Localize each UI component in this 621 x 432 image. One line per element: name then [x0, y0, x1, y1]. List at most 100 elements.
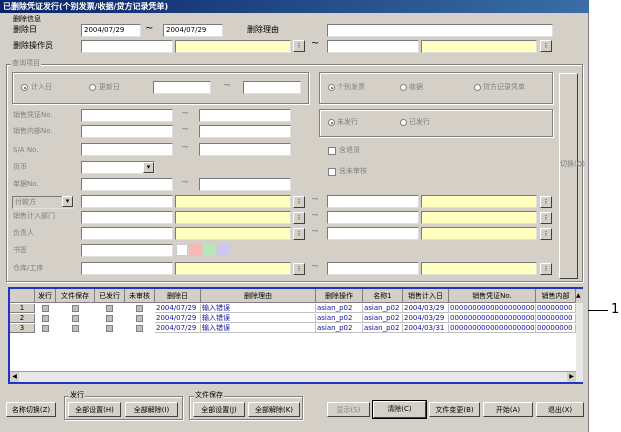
- issued-checkbox[interactable]: [106, 305, 113, 312]
- operator-from-lookup-button[interactable]: ⁝: [293, 40, 305, 52]
- grid-cell-ino[interactable]: 00000000: [536, 304, 576, 313]
- grid-cell-vno[interactable]: 00000000000000000002: [449, 314, 536, 323]
- sales-internal-no-to[interactable]: [199, 125, 291, 138]
- grid-cell-date[interactable]: 2004/07/29: [155, 324, 201, 333]
- radio-entry-date[interactable]: [21, 84, 28, 91]
- radio-credit-memo[interactable]: [474, 84, 481, 91]
- grid-cell-sdate[interactable]: 2004/03/29: [403, 304, 449, 313]
- scroll-right-icon[interactable]: ▶: [567, 372, 576, 382]
- person-from-lookup-button[interactable]: ⁝: [293, 228, 305, 240]
- grid-vertical-scrollbar[interactable]: [576, 303, 583, 382]
- grid-cell-sdate[interactable]: 2004/03/31: [403, 324, 449, 333]
- checkbox-include-unreviewed[interactable]: [328, 168, 336, 176]
- grid-cell-op[interactable]: asian_p02: [316, 304, 363, 313]
- grid-header-sales-voucher-no[interactable]: 销售凭证No.: [449, 289, 536, 303]
- department-from-code[interactable]: [81, 211, 173, 224]
- department-to-lookup-button[interactable]: ⁝: [540, 212, 552, 224]
- radio-individual-invoice[interactable]: [328, 84, 335, 91]
- grid-cell-ino[interactable]: 00000000: [536, 314, 576, 323]
- grid-horizontal-scrollbar[interactable]: ◀ ▶: [10, 371, 576, 382]
- bookmark-color-white[interactable]: [176, 244, 188, 256]
- save-set-all-button[interactable]: 全部设置(J): [193, 402, 245, 417]
- document-no-to[interactable]: [199, 178, 291, 191]
- sa-no-from[interactable]: [81, 143, 173, 156]
- sales-internal-no-from[interactable]: [81, 125, 173, 138]
- grid-cell-op[interactable]: asian_p02: [316, 324, 363, 333]
- unreviewed-checkbox[interactable]: [136, 315, 143, 322]
- issue-checkbox[interactable]: [42, 325, 49, 332]
- unreviewed-checkbox[interactable]: [136, 305, 143, 312]
- grid-cell-name[interactable]: asian_p02: [363, 314, 403, 323]
- payer-to-lookup-button[interactable]: ⁝: [540, 196, 552, 208]
- grid-header-delete-reason[interactable]: 删除理由: [201, 289, 316, 303]
- operator-to-lookup-button[interactable]: ⁝: [540, 40, 552, 52]
- issued-checkbox[interactable]: [106, 325, 113, 332]
- grid-cell-reason[interactable]: 输入错误: [201, 304, 316, 313]
- payer-to-code[interactable]: [327, 195, 419, 208]
- exit-button[interactable]: 退出(X): [536, 402, 584, 417]
- name-switch-button[interactable]: 名称切换(Z): [6, 402, 56, 417]
- delete-date-from-input[interactable]: 2004/07/29: [81, 24, 141, 37]
- warehouse-from-lookup-button[interactable]: ⁝: [293, 263, 305, 275]
- show-button[interactable]: 显示(S): [327, 402, 370, 417]
- grid-header-delete-date[interactable]: 删除日: [155, 289, 201, 303]
- start-button[interactable]: 开始(A): [483, 402, 533, 417]
- payer-from-code[interactable]: [81, 195, 173, 208]
- checkbox-include-return[interactable]: [328, 147, 336, 155]
- grid-header-file-save[interactable]: 文件保存: [56, 289, 95, 303]
- payer-select-arrow-icon[interactable]: ▾: [62, 196, 73, 207]
- person-to-code[interactable]: [327, 227, 419, 240]
- warehouse-from-code[interactable]: [81, 262, 173, 275]
- bookmark-input[interactable]: [81, 244, 173, 257]
- issue-checkbox[interactable]: [42, 305, 49, 312]
- file-save-checkbox[interactable]: [72, 325, 79, 332]
- person-to-lookup-button[interactable]: ⁝: [540, 228, 552, 240]
- sa-no-to[interactable]: [199, 143, 291, 156]
- issue-checkbox[interactable]: [42, 315, 49, 322]
- query-date-to-input[interactable]: [243, 81, 301, 94]
- grid-header-issued[interactable]: 已发行: [95, 289, 125, 303]
- sales-voucher-no-from[interactable]: [81, 109, 173, 122]
- grid-scroll-up-icon[interactable]: ▲: [576, 289, 583, 303]
- radio-update-date[interactable]: [89, 84, 96, 91]
- switch-button[interactable]: 切换(Q): [559, 73, 585, 279]
- document-no-from[interactable]: [81, 178, 173, 191]
- grid-row-number[interactable]: 2: [10, 314, 35, 323]
- grid-cell-vno[interactable]: 00000000000000000001: [449, 304, 536, 313]
- grid-cell-sdate[interactable]: 2004/03/29: [403, 314, 449, 323]
- grid-header-delete-operator[interactable]: 删除操作: [316, 289, 363, 303]
- unreviewed-checkbox[interactable]: [136, 325, 143, 332]
- grid-cell-date[interactable]: 2004/07/29: [155, 304, 201, 313]
- grid-header-unreviewed[interactable]: 未审核: [125, 289, 155, 303]
- radio-receipt[interactable]: [400, 84, 407, 91]
- grid-header-sales-date[interactable]: 销售计入日: [403, 289, 449, 303]
- file-save-checkbox[interactable]: [72, 315, 79, 322]
- grid-cell-date[interactable]: 2004/07/29: [155, 314, 201, 323]
- delete-operator-from-code[interactable]: [81, 40, 173, 53]
- grid-cell-op[interactable]: asian_p02: [316, 314, 363, 323]
- grid-cell-name[interactable]: asian_p02: [363, 304, 403, 313]
- grid-cell-ino[interactable]: 00000000: [536, 324, 576, 333]
- warehouse-to-lookup-button[interactable]: ⁝: [540, 263, 552, 275]
- clear-button[interactable]: 清除(C): [372, 400, 427, 419]
- person-from-code[interactable]: [81, 227, 173, 240]
- grid-header-name1[interactable]: 名称1: [363, 289, 403, 303]
- sales-voucher-no-to[interactable]: [199, 109, 291, 122]
- grid-cell-vno[interactable]: 00000000000000000003: [449, 324, 536, 333]
- grid-cell-reason[interactable]: 输入错误: [201, 324, 316, 333]
- warehouse-to-code[interactable]: [327, 262, 419, 275]
- delete-operator-to-code[interactable]: [327, 40, 419, 53]
- department-to-code[interactable]: [327, 211, 419, 224]
- save-clear-all-button[interactable]: 全部解除(K): [248, 402, 300, 417]
- department-from-lookup-button[interactable]: ⁝: [293, 212, 305, 224]
- issue-set-all-button[interactable]: 全部设置(H): [68, 402, 121, 417]
- file-change-button[interactable]: 文件变更(B): [429, 402, 480, 417]
- file-save-checkbox[interactable]: [72, 305, 79, 312]
- delete-reason-input[interactable]: [327, 24, 553, 37]
- grid-row-number[interactable]: 1: [10, 304, 35, 313]
- bookmark-color-blue[interactable]: [217, 244, 229, 256]
- query-date-from-input[interactable]: [153, 81, 211, 94]
- bookmark-color-green[interactable]: [203, 244, 215, 256]
- results-grid[interactable]: 发行 文件保存 已发行 未审核 删除日 删除理由 删除操作 名称1 销售计入日 …: [8, 287, 583, 384]
- grid-cell-reason[interactable]: 输入错误: [201, 314, 316, 323]
